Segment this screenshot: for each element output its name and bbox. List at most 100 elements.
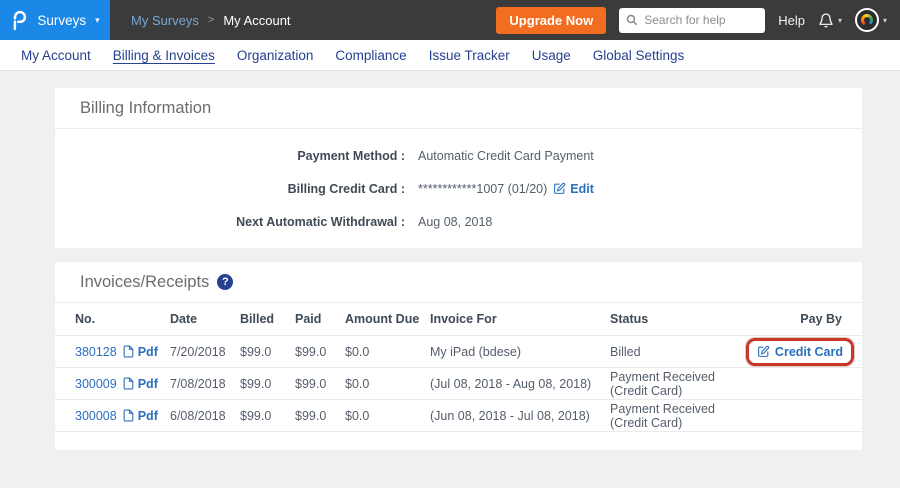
bell-icon xyxy=(818,11,834,29)
notifications-button[interactable]: ▾ xyxy=(818,11,842,29)
invoice-date: 7/20/2018 xyxy=(170,345,240,359)
pdf-link-label: Pdf xyxy=(138,345,158,359)
column-billed: Billed xyxy=(240,312,295,326)
edit-credit-card-link[interactable]: Edit xyxy=(553,182,594,196)
invoice-date: 6/08/2018 xyxy=(170,409,240,423)
top-bar: Surveys ▾ My Surveys > My Account Upgrad… xyxy=(0,0,900,40)
search-icon xyxy=(626,14,638,26)
next-withdrawal-value: Aug 08, 2018 xyxy=(418,215,492,229)
edit-pencil-icon xyxy=(553,182,566,195)
chevron-down-icon: ▾ xyxy=(838,16,842,25)
invoice-for: (Jun 08, 2018 - Jul 08, 2018) xyxy=(430,409,610,423)
tab-global-settings[interactable]: Global Settings xyxy=(582,40,696,70)
invoice-amount-due: $0.0 xyxy=(345,377,430,391)
invoice-number-link[interactable]: 300008 xyxy=(75,409,117,423)
breadcrumb-my-account: My Account xyxy=(223,13,290,28)
invoice-pay-by-cell: Credit Card xyxy=(732,344,842,360)
invoices-card-header: Invoices/Receipts ? xyxy=(55,262,862,303)
help-search-input[interactable] xyxy=(644,13,758,27)
payment-method-value: Automatic Credit Card Payment xyxy=(418,149,594,163)
billing-fields: Payment Method : Automatic Credit Card P… xyxy=(55,129,862,238)
column-invoice-for: Invoice For xyxy=(430,312,610,326)
topbar-right-cluster: Upgrade Now Help ▾ ▾ xyxy=(496,7,900,34)
tab-issue-tracker[interactable]: Issue Tracker xyxy=(418,40,521,70)
invoice-billed: $99.0 xyxy=(240,377,295,391)
billing-card-title: Billing Information xyxy=(80,99,211,118)
invoice-number-link[interactable]: 380128 xyxy=(75,345,117,359)
invoice-number-link[interactable]: 300009 xyxy=(75,377,117,391)
pdf-file-icon xyxy=(123,409,134,422)
invoice-row: 300008 Pdf 6/08/2018 $99.0 $99.0 $0.0 (J… xyxy=(55,400,862,432)
help-circle-icon[interactable]: ? xyxy=(217,274,233,290)
invoice-no-cell: 300008 Pdf xyxy=(75,409,170,423)
tab-billing-invoices[interactable]: Billing & Invoices xyxy=(102,40,226,70)
invoice-row: 380128 Pdf 7/20/2018 $99.0 $99.0 $0.0 My… xyxy=(55,336,862,368)
masked-card-number: ************1007 (01/20) xyxy=(418,182,547,196)
invoice-for: My iPad (bdese) xyxy=(430,345,610,359)
app-menu-surveys[interactable]: Surveys ▾ xyxy=(0,0,110,40)
tab-usage[interactable]: Usage xyxy=(521,40,582,70)
help-link[interactable]: Help xyxy=(778,13,805,28)
tab-my-account[interactable]: My Account xyxy=(10,40,102,70)
invoice-billed: $99.0 xyxy=(240,345,295,359)
next-withdrawal-row: Next Automatic Withdrawal : Aug 08, 2018 xyxy=(55,205,862,238)
invoice-row: 300009 Pdf 7/08/2018 $99.0 $99.0 $0.0 (J… xyxy=(55,368,862,400)
account-nav-tabs: My Account Billing & Invoices Organizati… xyxy=(0,40,900,71)
upgrade-now-button[interactable]: Upgrade Now xyxy=(496,7,606,34)
edit-link-label: Edit xyxy=(570,182,594,196)
help-search-box[interactable] xyxy=(619,8,765,33)
annotation-highlight: Credit Card xyxy=(746,338,854,366)
app-menu-label: Surveys xyxy=(37,13,86,28)
invoice-status: Payment Received (Credit Card) xyxy=(610,370,754,398)
chevron-down-icon: ▾ xyxy=(95,15,100,26)
breadcrumb-my-surveys[interactable]: My Surveys xyxy=(131,13,199,28)
invoice-amount-due: $0.0 xyxy=(345,345,430,359)
invoice-paid: $99.0 xyxy=(295,345,345,359)
pay-by-link-label: Credit Card xyxy=(775,345,843,359)
invoice-paid: $99.0 xyxy=(295,409,345,423)
pdf-link-label: Pdf xyxy=(138,409,158,423)
column-pay-by: Pay By xyxy=(732,312,842,326)
account-menu-button[interactable]: ▾ xyxy=(855,8,887,32)
invoice-no-cell: 380128 Pdf xyxy=(75,345,170,359)
tab-compliance[interactable]: Compliance xyxy=(324,40,417,70)
column-no: No. xyxy=(75,312,170,326)
breadcrumb-separator-icon: > xyxy=(208,14,214,26)
tab-organization[interactable]: Organization xyxy=(226,40,325,70)
avatar xyxy=(855,8,879,32)
column-status: Status xyxy=(610,312,732,326)
pay-by-credit-card-link[interactable]: Credit Card xyxy=(757,345,843,359)
billing-credit-card-value: ************1007 (01/20) Edit xyxy=(418,182,594,196)
invoice-no-cell: 300009 Pdf xyxy=(75,377,170,391)
next-withdrawal-label: Next Automatic Withdrawal : xyxy=(55,215,405,229)
invoices-receipts-card: Invoices/Receipts ? No. Date Billed Paid… xyxy=(55,262,862,450)
invoice-status: Billed xyxy=(610,345,732,359)
payment-method-label: Payment Method : xyxy=(55,149,405,163)
column-amount-due: Amount Due xyxy=(345,312,430,326)
invoice-date: 7/08/2018 xyxy=(170,377,240,391)
invoice-paid: $99.0 xyxy=(295,377,345,391)
payment-method-row: Payment Method : Automatic Credit Card P… xyxy=(55,139,862,172)
invoice-status: Payment Received (Credit Card) xyxy=(610,402,754,430)
billing-credit-card-label: Billing Credit Card : xyxy=(55,182,405,196)
questionpro-logo-icon xyxy=(10,9,28,31)
column-date: Date xyxy=(170,312,240,326)
billing-card-header: Billing Information xyxy=(55,88,862,129)
invoice-amount-due: $0.0 xyxy=(345,409,430,423)
column-paid: Paid xyxy=(295,312,345,326)
pdf-file-icon xyxy=(123,345,134,358)
gauge-icon xyxy=(861,14,873,26)
edit-pencil-icon xyxy=(757,345,770,358)
pdf-link-label: Pdf xyxy=(138,377,158,391)
pdf-link[interactable]: Pdf xyxy=(123,377,158,391)
chevron-down-icon: ▾ xyxy=(883,16,887,25)
pdf-link[interactable]: Pdf xyxy=(123,409,158,423)
billing-information-card: Billing Information Payment Method : Aut… xyxy=(55,88,862,248)
invoice-for: (Jul 08, 2018 - Aug 08, 2018) xyxy=(430,377,610,391)
pdf-link[interactable]: Pdf xyxy=(123,345,158,359)
billing-credit-card-row: Billing Credit Card : ************1007 (… xyxy=(55,172,862,205)
invoice-billed: $99.0 xyxy=(240,409,295,423)
invoice-table-header: No. Date Billed Paid Amount Due Invoice … xyxy=(55,303,862,336)
breadcrumb: My Surveys > My Account xyxy=(131,13,291,28)
invoices-card-title: Invoices/Receipts xyxy=(80,273,209,292)
